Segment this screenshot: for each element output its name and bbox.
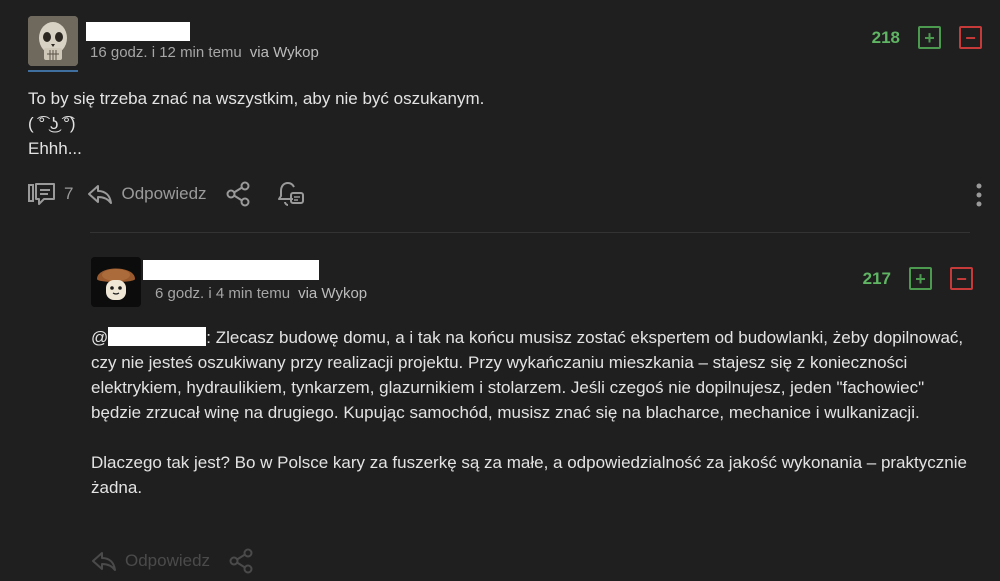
mushroom-avatar-icon xyxy=(91,257,141,307)
vote-count: 218 xyxy=(871,27,900,47)
via-source[interactable]: via Wykop xyxy=(250,44,319,61)
notification-bell-icon xyxy=(277,182,304,206)
share-icon xyxy=(226,181,250,207)
comment-body: To by się trzeba znać na wszystkim, aby … xyxy=(28,86,948,161)
upvote-button[interactable]: + xyxy=(909,267,932,290)
comments-icon xyxy=(28,183,55,205)
comment-line: ( ͡° ͜ʖ ͡°) xyxy=(28,114,76,133)
vote-panel: 218 + − xyxy=(872,26,982,49)
username-redacted[interactable] xyxy=(86,22,190,41)
mention-redacted[interactable] xyxy=(108,327,207,346)
downvote-button[interactable]: − xyxy=(959,26,982,49)
replies-count: 7 xyxy=(64,184,74,203)
reply-button[interactable]: Odpowiedz xyxy=(91,550,210,572)
avatar[interactable] xyxy=(91,257,141,307)
avatar-underline xyxy=(28,70,78,72)
reply-label: Odpowiedz xyxy=(125,551,211,570)
replies-button[interactable]: 7 xyxy=(28,182,73,206)
comment-line: Ehhh... xyxy=(28,139,82,158)
skull-avatar-icon xyxy=(28,16,78,66)
downvote-button[interactable]: − xyxy=(950,267,973,290)
reply-arrow-icon xyxy=(88,185,113,204)
comment-actions: Odpowiedz xyxy=(91,548,254,574)
comment-meta: 6 godz. i 4 min temu via Wykop xyxy=(155,285,367,302)
share-button[interactable] xyxy=(228,548,254,574)
comment-meta: 16 godz. i 12 min temu via Wykop xyxy=(90,44,319,61)
timestamp[interactable]: 16 godz. i 12 min temu xyxy=(90,44,242,61)
paragraph-text: : Zlecasz budowę domu, a i tak na końcu … xyxy=(91,328,964,422)
avatar[interactable] xyxy=(28,16,78,66)
comment-actions: 7 Odpowiedz xyxy=(28,181,305,207)
vote-count: 217 xyxy=(862,268,891,288)
vote-panel: 217 + − xyxy=(863,267,973,290)
username-redacted[interactable] xyxy=(143,260,319,280)
more-options-button[interactable] xyxy=(974,183,984,207)
share-icon xyxy=(229,548,253,574)
share-button[interactable] xyxy=(225,181,251,207)
observe-button[interactable] xyxy=(277,181,305,207)
mention-at[interactable]: @ xyxy=(91,328,108,347)
divider xyxy=(90,232,970,233)
comment-body: @: Zlecasz budowę domu, a i tak na końcu… xyxy=(91,325,976,500)
comment-paragraph: @: Zlecasz budowę domu, a i tak na końcu… xyxy=(91,325,976,425)
comment-paragraph: Dlaczego tak jest? Bo w Polsce kary za f… xyxy=(91,453,967,497)
reply-arrow-icon xyxy=(92,552,116,571)
upvote-button[interactable]: + xyxy=(918,26,941,49)
timestamp[interactable]: 6 godz. i 4 min temu xyxy=(155,285,290,302)
reply-label: Odpowiedz xyxy=(121,184,207,203)
kebab-menu-icon xyxy=(976,183,982,207)
reply-button[interactable]: Odpowiedz xyxy=(87,183,207,205)
comment-line: To by się trzeba znać na wszystkim, aby … xyxy=(28,89,485,108)
via-source[interactable]: via Wykop xyxy=(298,285,367,302)
